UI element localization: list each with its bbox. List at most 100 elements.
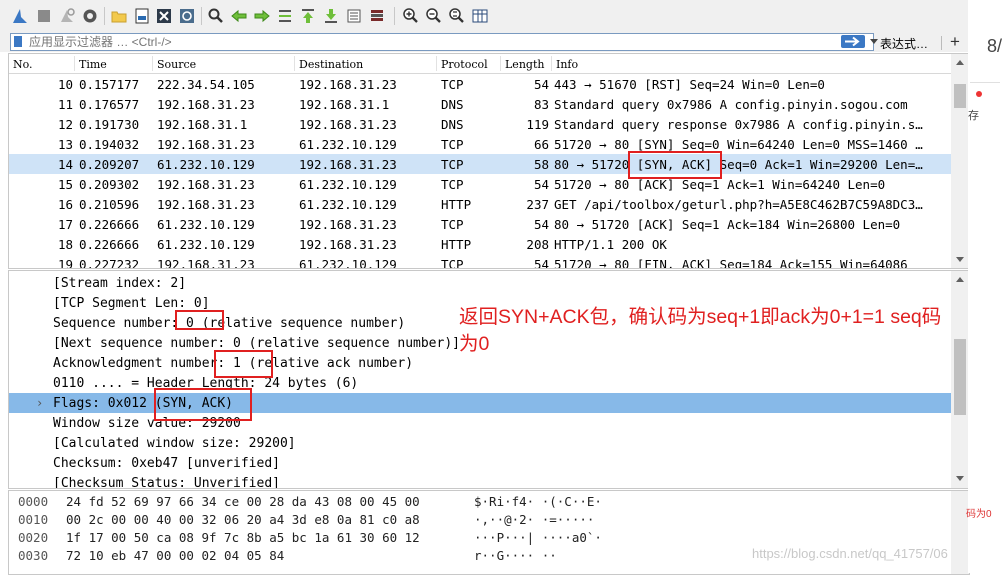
packet-row[interactable]: 18 0.226666 61.232.10.129 192.168.31.23 HTTP… [9,234,951,254]
add-filter-button[interactable]: + [950,32,960,52]
packet-row[interactable]: 14 0.209207 61.232.10.129 192.168.31.23 TCP 8… [9,154,951,174]
resize-columns-icon[interactable] [471,7,489,25]
reload-icon[interactable] [178,7,196,25]
packet-no: 12 [57,117,73,132]
toolbar-separator [394,7,395,25]
annotation-box-syn-ack-info [628,151,722,179]
packet-proto: TCP [441,77,464,92]
packet-row[interactable]: 13 0.194032 192.168.31.23 61.232.10.129 TCP 5… [9,134,951,154]
display-filter-input[interactable] [29,34,829,50]
bytes-row[interactable]: 0000 24 fd 52 69 97 66 34 ce 00 28 da 43 … [9,491,949,509]
column-header-length[interactable]: Length [505,58,544,71]
packet-time: 0.226666 [79,217,140,232]
capture-options-gear-icon[interactable] [81,7,99,25]
packet-length: 54 [533,217,549,232]
packet-info: Standard query response 0x7986 A config.… [554,117,923,132]
packet-row[interactable]: 16 0.210596 192.168.31.23 61.232.10.129 HTTP… [9,194,951,214]
go-first-icon[interactable] [299,7,317,25]
column-header-info[interactable]: Info [556,58,578,71]
detail-line[interactable]: 0110 .... = Header Length: 24 bytes (6) [9,373,951,393]
bytes-offset: 0020 [18,530,49,545]
open-folder-icon[interactable] [110,7,128,25]
annotation-box-ack-number [214,350,273,378]
detail-line[interactable]: [Checksum Status: Unverified] [9,473,951,488]
packet-time: 0.157177 [79,77,140,92]
bytes-ascii: ···P···| ····a0`· [474,530,602,545]
bytes-hex: 00 2c 00 00 40 00 32 06 20 a4 3d e8 0a 8… [66,512,420,527]
packet-dst: 61.232.10.129 [299,257,397,268]
main-toolbar [0,0,968,33]
packet-src: 192.168.31.23 [157,97,255,112]
detail-line[interactable]: Window size value: 29200 [9,413,951,433]
detail-line-flags[interactable]: › Flags: 0x012 (SYN, ACK) [9,393,951,413]
scroll-down-arrow-icon[interactable] [956,476,964,481]
packet-src: 192.168.31.23 [157,197,255,212]
detail-line[interactable]: [Stream index: 2] [9,273,951,293]
restart-capture-icon[interactable] [58,7,76,25]
scroll-down-arrow-icon[interactable] [956,257,964,262]
packet-proto: TCP [441,177,464,192]
bytes-offset: 0010 [18,512,49,527]
packet-bytes-scrollbar[interactable] [951,491,969,574]
filter-history-dropdown-icon[interactable] [870,39,878,44]
packet-proto: HTTP [441,197,472,212]
zoom-in-icon[interactable] [402,7,420,25]
filter-bookmark-icon[interactable] [14,36,22,47]
annotation-box-sequence-number [175,310,224,330]
go-forward-arrow-icon[interactable] [253,7,271,25]
packet-no: 13 [57,137,73,152]
find-magnifier-icon[interactable] [207,7,225,25]
annotation-box-flags [154,388,252,421]
stop-square-icon[interactable] [35,7,53,25]
bytes-offset: 0030 [18,548,49,563]
zoom-normal-icon[interactable] [448,7,466,25]
shark-fin-start-icon[interactable] [11,7,29,25]
page-edge-divider [970,82,1000,83]
expand-chevron-icon[interactable]: › [36,396,43,410]
go-last-icon[interactable] [322,7,340,25]
column-header-destination[interactable]: Destination [299,58,363,71]
bytes-ascii: ·,··@·2· ·=····· [474,512,595,527]
detail-line[interactable]: Checksum: 0xeb47 [unverified] [9,453,951,473]
packet-length: 66 [533,137,549,152]
autoscroll-icon[interactable] [345,7,363,25]
column-header-source[interactable]: Source [157,58,196,71]
page-edge-text: 码为0 [966,509,992,520]
column-header-no[interactable]: No. [13,58,33,71]
packet-row[interactable]: 12 0.191730 192.168.31.1 192.168.31.23 DNS St… [9,114,951,134]
packet-dst: 192.168.31.23 [299,117,397,132]
bytes-row[interactable]: 0020 1f 17 00 50 ca 08 9f 7c 8b a5 bc 1a … [9,527,949,545]
packet-row[interactable]: 11 0.176577 192.168.31.23 192.168.31.1 DNS St… [9,94,951,114]
packet-list-scrollbar[interactable] [951,54,969,268]
scroll-up-arrow-icon[interactable] [956,60,964,65]
zoom-out-icon[interactable] [425,7,443,25]
go-back-arrow-icon[interactable] [230,7,248,25]
packet-no: 11 [57,97,73,112]
packet-row[interactable]: 19 0.227232 192.168.31.23 61.232.10.129 TCP 5… [9,254,951,268]
packet-dst: 192.168.31.23 [299,237,397,252]
display-filter-box[interactable] [10,33,878,51]
packet-details-pane: [Stream index: 2] [TCP Segment Len: 0] Seq… [8,270,970,489]
column-header-protocol[interactable]: Protocol [441,58,488,71]
apply-filter-arrow-icon[interactable] [841,35,865,48]
packet-row[interactable]: 17 0.226666 61.232.10.129 192.168.31.23 TCP 8… [9,214,951,234]
close-file-icon[interactable] [155,7,173,25]
packet-row[interactable]: 15 0.209302 192.168.31.23 61.232.10.129 TCP 5… [9,174,951,194]
packet-info: 80 → 51720 [ACK] Seq=1 Ack=184 Win=26800… [554,217,901,232]
packet-list-scroll-thumb[interactable] [954,84,966,108]
scroll-up-arrow-icon[interactable] [956,277,964,282]
packet-src: 61.232.10.129 [157,217,255,232]
packet-row[interactable]: 10 0.157177 222.34.54.105 192.168.31.23 TCP 4… [9,74,951,94]
go-to-packet-icon[interactable] [276,7,294,25]
colorize-icon[interactable] [368,7,386,25]
save-file-icon[interactable] [133,7,151,25]
packet-src: 192.168.31.23 [157,137,255,152]
packet-proto: TCP [441,137,464,152]
packet-no: 19 [57,257,73,268]
packet-time: 0.191730 [79,117,140,132]
packet-dst: 192.168.31.23 [299,217,397,232]
expression-button[interactable]: 表达式… [880,35,928,52]
bytes-row[interactable]: 0010 00 2c 00 00 40 00 32 06 20 a4 3d e8 … [9,509,949,527]
detail-line[interactable]: [Calculated window size: 29200] [9,433,951,453]
column-header-time[interactable]: Time [79,58,107,71]
